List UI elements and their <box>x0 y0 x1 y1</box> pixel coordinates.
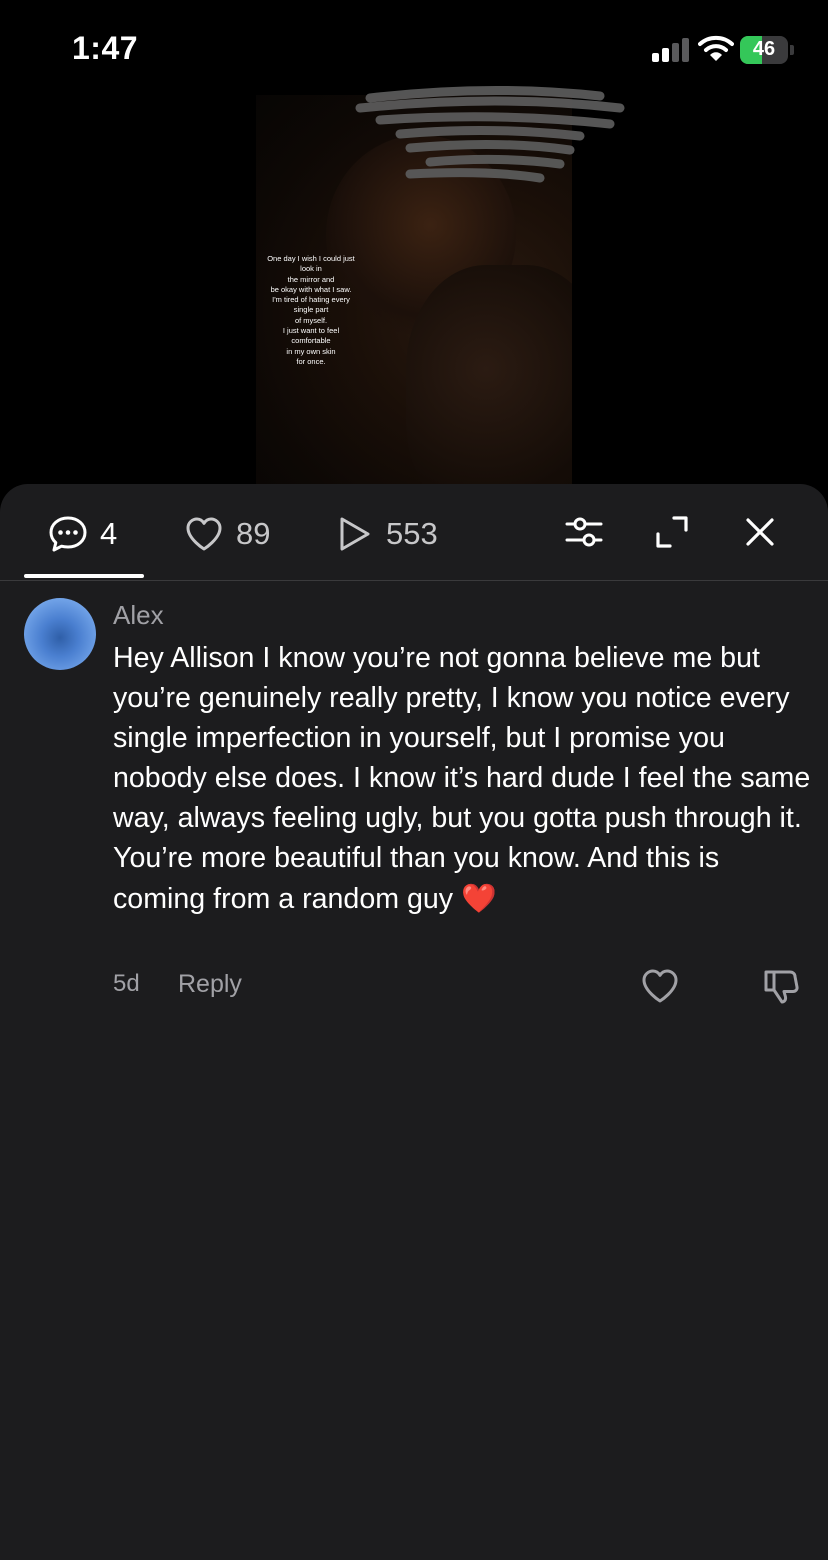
comment-age: 5d <box>113 970 140 997</box>
red-heart-emoji: ❤️ <box>461 881 497 915</box>
video-caption-overlay: One day I wish I could just look in the … <box>267 254 355 366</box>
play-count: 553 <box>386 516 438 551</box>
close-button[interactable] <box>740 512 780 552</box>
battery-indicator: 46 <box>740 36 794 64</box>
status-bar: 1:47 46 <box>0 0 828 100</box>
tab-plays[interactable]: 553 <box>334 512 438 556</box>
battery-level: 46 <box>752 38 776 60</box>
heart-outline-icon <box>186 517 222 551</box>
close-icon <box>746 518 774 546</box>
status-time: 1:47 <box>72 30 139 66</box>
expand-icon <box>656 516 688 548</box>
expand-button[interactable] <box>652 512 692 552</box>
battery-nub <box>790 45 794 55</box>
comment-like-heart-icon[interactable] <box>640 966 680 1006</box>
sliders-icon <box>565 517 603 547</box>
video-figure-shadow-lower <box>406 265 572 490</box>
comment-count: 4 <box>100 516 118 551</box>
thumbs-down-icon[interactable] <box>760 966 800 1006</box>
cellular-signal-icon <box>652 38 689 62</box>
filter-button[interactable] <box>564 512 604 552</box>
comment-text: Hey Allison I know you’re not gonna beli… <box>113 642 811 915</box>
wifi-icon <box>698 35 734 61</box>
like-count: 89 <box>236 516 271 551</box>
comment-icon <box>49 516 87 552</box>
comments-tabbar: 4 89 553 <box>0 484 828 581</box>
reply-button[interactable]: Reply <box>178 970 242 999</box>
active-tab-indicator <box>24 574 144 578</box>
play-icon <box>340 517 370 551</box>
comment-username[interactable]: Alex <box>113 600 164 631</box>
battery-body: 46 <box>740 36 788 64</box>
comment-body: Hey Allison I know you’re not gonna beli… <box>113 638 813 919</box>
tab-likes[interactable]: 89 <box>184 512 270 556</box>
tab-comments[interactable]: 4 <box>48 512 117 556</box>
avatar[interactable] <box>24 598 96 670</box>
comments-panel: 4 89 553 Alex Hey Allison I know you’re … <box>0 484 828 1560</box>
